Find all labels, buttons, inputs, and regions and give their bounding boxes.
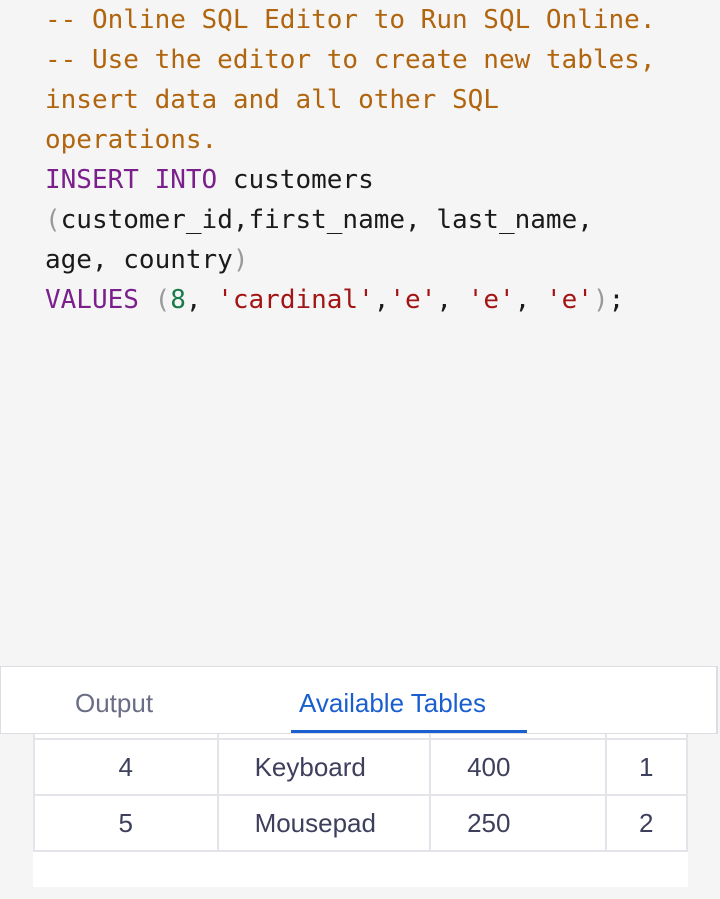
code-line[interactable]: operations. (45, 120, 217, 160)
code-token: , (514, 285, 546, 315)
code-token: operations. (45, 125, 218, 155)
code-token: INSERT INTO (45, 165, 218, 195)
code-token: , (185, 285, 218, 315)
code-token: ; (608, 285, 625, 315)
code-token: ) (232, 245, 249, 275)
code-line[interactable]: INSERT INTO customers (45, 160, 374, 200)
table-row: 4 Keyboard 400 1 (33, 738, 688, 796)
code-token: 'e' (545, 285, 593, 315)
table-cell: 1 (604, 738, 688, 796)
tab-available-tables[interactable]: Available Tables (299, 667, 486, 733)
code-token: customer_id,first_name, last_name, (60, 205, 593, 235)
code-token: ( (154, 285, 171, 315)
code-token: ) (592, 285, 609, 315)
code-token: insert data and all other SQL (45, 85, 499, 115)
code-token: customers (217, 165, 374, 195)
table-cell: Mousepad (216, 794, 432, 852)
output-tabs-bar: Output Available Tables (0, 666, 718, 734)
code-token: , (373, 285, 390, 315)
code-line[interactable]: -- Online SQL Editor to Run SQL Online. (45, 0, 655, 40)
table-cell: Keyboard (216, 738, 432, 796)
code-token: 'e' (389, 285, 437, 315)
table-cell: 400 (429, 738, 607, 796)
code-line[interactable]: insert data and all other SQL (45, 80, 499, 120)
results-table-container[interactable]: 3Monitor1200034Keyboard40015Mousepad2502 (33, 712, 688, 887)
tab-output[interactable]: Output (75, 667, 153, 733)
table-cell: 4 (33, 738, 219, 796)
active-tab-indicator (291, 730, 527, 733)
code-token: 8 (170, 285, 186, 315)
table-cell: 250 (429, 794, 607, 852)
code-token: 'cardinal' (217, 285, 374, 315)
code-token: 'e' (467, 285, 515, 315)
code-line[interactable]: VALUES (8, 'cardinal','e', 'e', 'e'); (45, 280, 624, 320)
code-token: -- Use the editor to create new tables, (45, 45, 656, 75)
table-cell: 5 (33, 794, 219, 852)
code-token: ( (45, 205, 61, 235)
code-token: , (436, 285, 468, 315)
code-token: -- Online SQL Editor to Run SQL Online. (45, 5, 656, 35)
sql-code-editor[interactable]: -- Online SQL Editor to Run SQL Online. -… (0, 0, 720, 666)
code-line[interactable]: age, country) (45, 240, 249, 280)
code-line[interactable]: -- Use the editor to create new tables, (45, 40, 655, 80)
table-row: 5 Mousepad 250 2 (33, 794, 688, 852)
code-token: age, country (45, 245, 233, 275)
code-line[interactable]: (customer_id,first_name, last_name, (45, 200, 593, 240)
code-token: VALUES (45, 285, 139, 315)
table-cell: 2 (604, 794, 688, 852)
